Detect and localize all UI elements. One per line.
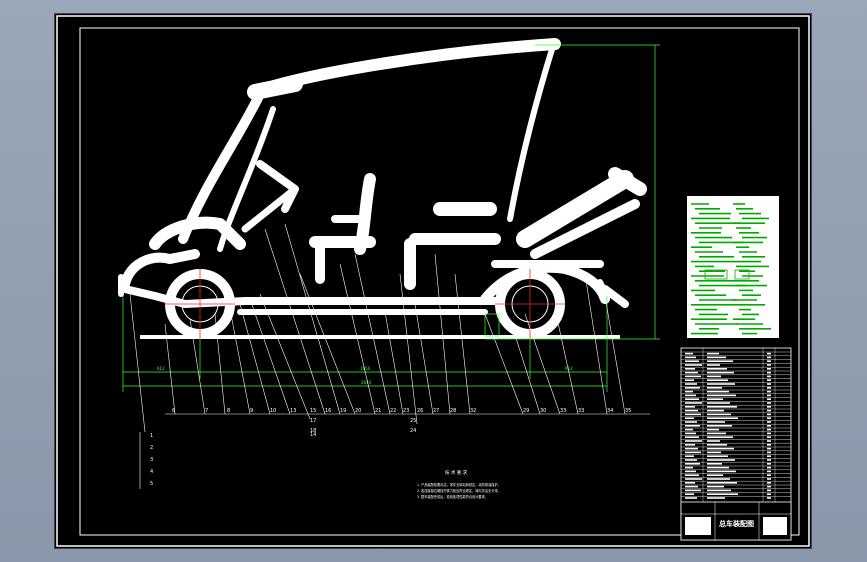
technical-requirements: 技 术 要 求 1. 产品装配前要清洁，零件去除毛刺锐边，涂防锈油保护。 2. … bbox=[417, 469, 501, 499]
balloon-label: 32 bbox=[470, 408, 476, 414]
dim-front-overhang: 612 bbox=[157, 366, 165, 371]
balloon-label-column: 3 bbox=[150, 457, 153, 463]
balloon-label-column: 5 bbox=[150, 481, 153, 487]
drawing-title: 总车装配图 bbox=[719, 519, 754, 528]
title-block: 总车装配图 bbox=[680, 501, 792, 541]
specification-table bbox=[687, 196, 779, 338]
dim-wheelbase: 1650 bbox=[360, 366, 371, 371]
tech-requirements-title: 技 术 要 求 bbox=[445, 469, 468, 476]
balloon-label-sub: 17 bbox=[310, 418, 316, 424]
balloon-label: 23 bbox=[403, 408, 409, 414]
balloon-label: 33 bbox=[578, 408, 584, 414]
part-number-balloons: 6 7 8 9 10 13 15 161419 20 21 22 23 26 27 28 32 29 30 33 33… bbox=[150, 408, 631, 487]
balloon-label: 16 bbox=[325, 408, 331, 414]
tech-req-line-2: 2. 各连接部位螺栓拧紧力矩应符合规定，转向灵活无卡滞。 bbox=[417, 488, 501, 493]
balloon-label: 29 bbox=[523, 408, 529, 414]
balloon-label: 28 bbox=[450, 408, 456, 414]
balloon-label: 15 bbox=[310, 408, 316, 414]
balloon-label-column: 2 bbox=[150, 445, 153, 451]
balloon-label: 7 bbox=[205, 408, 208, 414]
balloon-label: 30 bbox=[540, 408, 546, 414]
balloon-label: 10 bbox=[270, 408, 276, 414]
balloon-label: 19 bbox=[340, 408, 346, 414]
assembly-drawing: 612 1650 612 2874 6 7 8 9 10 13 15 16 1 4 19 20 21 2 bbox=[56, 15, 810, 547]
balloon-label: 22 bbox=[390, 408, 396, 414]
balloon-label: 6 bbox=[172, 408, 175, 414]
tech-req-line-1: 1. 产品装配前要清洁，零件去除毛刺锐边，涂防锈油保护。 bbox=[417, 482, 501, 487]
dim-rear-overhang: 612 bbox=[565, 366, 573, 371]
balloon-label: 21 bbox=[375, 408, 381, 414]
balloon-label-column: 1 bbox=[150, 433, 153, 439]
balloon-label: 9 bbox=[250, 408, 253, 414]
balloon-label: 33 bbox=[560, 408, 566, 414]
balloon-label-column: 4 bbox=[150, 469, 153, 475]
balloon-label-sub: 24 bbox=[410, 428, 416, 434]
balloon-label: 20 bbox=[355, 408, 361, 414]
balloon-label-sub: 18 bbox=[310, 428, 316, 434]
balloon-label: 34 bbox=[607, 408, 613, 414]
drawing-sheet: 612 1650 612 2874 6 7 8 9 10 13 15 16 1 4 19 20 21 2 bbox=[54, 13, 812, 549]
balloon-label: 13 bbox=[290, 408, 296, 414]
balloon-label: 35 bbox=[625, 408, 631, 414]
balloon-label: 8 bbox=[227, 408, 230, 414]
dim-overall-length: 2874 bbox=[361, 380, 372, 385]
balloon-label: 27 bbox=[433, 408, 439, 414]
balloon-label-sub: 25 bbox=[410, 418, 416, 424]
tech-req-line-3: 3. 整车装配完成后，检验各项性能符合设计要求。 bbox=[417, 494, 488, 499]
balloon-label: 26 bbox=[417, 408, 423, 414]
